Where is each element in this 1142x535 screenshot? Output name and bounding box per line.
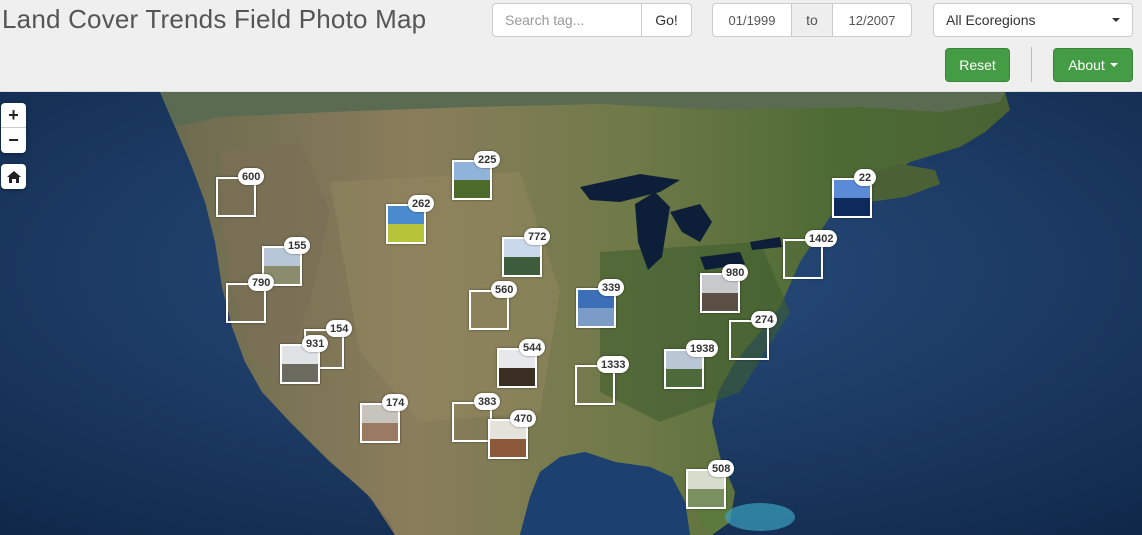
cluster-count-badge[interactable]: 383 (474, 393, 501, 410)
cluster-count-badge[interactable]: 931 (302, 335, 329, 352)
cluster-count-badge[interactable]: 174 (382, 394, 409, 411)
cluster-count-badge[interactable]: 508 (708, 460, 735, 477)
photo-thumbnail-ground (282, 364, 318, 382)
photo-thumbnail-ground (578, 308, 614, 326)
start-date-input[interactable] (712, 3, 792, 37)
reset-button[interactable]: Reset (945, 48, 1010, 82)
cluster-count-badge[interactable]: 772 (524, 228, 551, 245)
home-button[interactable] (1, 164, 26, 189)
cluster-count-badge[interactable]: 560 (491, 281, 518, 298)
cluster-count-badge[interactable]: 22 (854, 169, 876, 186)
cluster-count-badge[interactable]: 262 (408, 195, 435, 212)
photo-thumbnail-ground (499, 368, 535, 386)
cluster-count-badge[interactable]: 339 (598, 279, 625, 296)
page-title: Land Cover Trends Field Photo Map (2, 4, 427, 34)
divider (1031, 47, 1032, 82)
photo-thumbnail-ground (362, 423, 398, 441)
photo-thumbnail-ground (490, 439, 526, 457)
cluster-count-badge[interactable]: 544 (519, 339, 546, 356)
photo-thumbnail-ground (454, 180, 490, 198)
photo-thumbnail-ground (688, 489, 724, 507)
cluster-count-badge[interactable]: 274 (751, 311, 778, 328)
go-button[interactable]: Go! (642, 3, 692, 37)
photo-thumbnail-ground (504, 257, 540, 275)
cluster-count-badge[interactable]: 980 (722, 264, 749, 281)
cluster-count-badge[interactable]: 154 (326, 320, 353, 337)
end-date-input[interactable] (832, 3, 912, 37)
ecoregion-select-value: All Ecoregions (946, 12, 1036, 28)
photo-thumbnail-ground (666, 369, 702, 387)
photo-thumbnail-ground (388, 224, 424, 242)
zoom-control: + − (1, 103, 26, 153)
cluster-count-badge[interactable]: 1333 (597, 356, 630, 373)
cluster-count-badge[interactable]: 225 (474, 151, 501, 168)
chevron-down-icon (1112, 18, 1120, 22)
tag-search-group: Go! (492, 3, 692, 37)
zoom-in-button[interactable]: + (1, 103, 26, 128)
photo-thumbnail-ground (834, 198, 870, 216)
caret-down-icon (1109, 63, 1118, 67)
cluster-count-badge[interactable]: 1938 (686, 340, 719, 357)
about-label: About (1068, 57, 1105, 73)
ecoregion-select[interactable]: All Ecoregions (933, 3, 1133, 37)
tag-search-input[interactable] (492, 3, 642, 37)
header: Land Cover Trends Field Photo Map Go! to… (0, 0, 1142, 92)
cluster-count-badge[interactable]: 470 (510, 410, 537, 427)
date-separator: to (792, 3, 832, 37)
photo-thumbnail-ground (702, 293, 738, 311)
cluster-count-badge[interactable]: 1402 (805, 230, 838, 247)
zoom-out-button[interactable]: − (1, 128, 26, 153)
home-icon (6, 170, 21, 183)
cluster-count-badge[interactable]: 600 (238, 168, 265, 185)
map-view[interactable]: + − 600 225 262 155 790 772 560 339 154 931 544 133… (0, 92, 1142, 535)
satellite-basemap (0, 92, 1142, 535)
about-dropdown-button[interactable]: About (1053, 48, 1133, 82)
date-range: to (712, 3, 912, 37)
cluster-count-badge[interactable]: 790 (248, 274, 275, 291)
cluster-count-badge[interactable]: 155 (284, 237, 311, 254)
